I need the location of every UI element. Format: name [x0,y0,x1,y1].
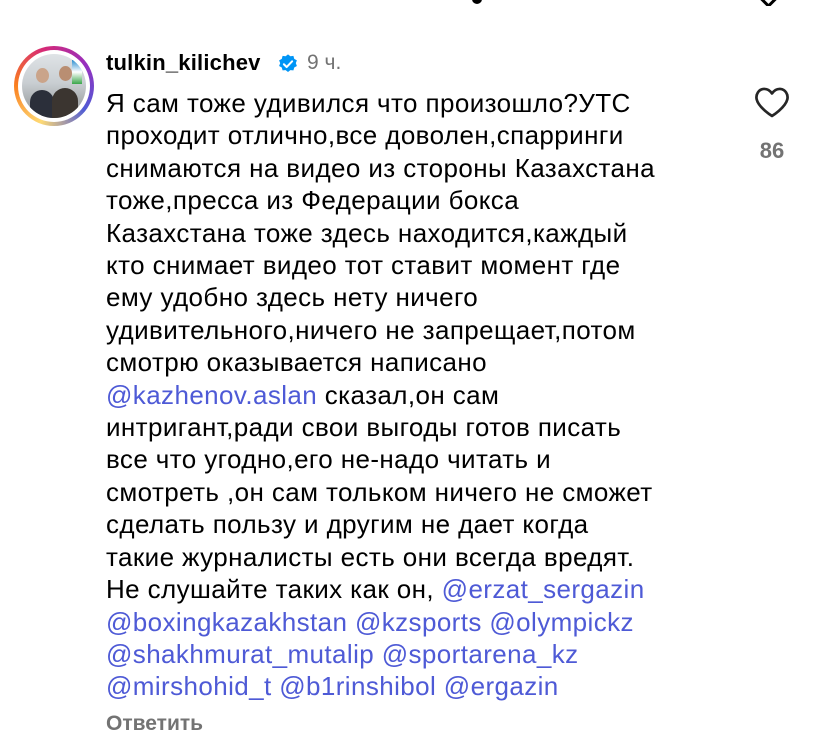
avatar[interactable] [14,46,94,126]
mention-link[interactable]: @mirshohid_t [106,671,272,701]
mention-link[interactable]: @b1rinshibol [279,671,436,701]
mention-link[interactable]: @kzsports [355,607,482,637]
comment-line: ему удобно здесь нету ничего [106,281,746,313]
comment-text-segment [374,639,382,669]
comment-text-segment: тоже,пресса из Федерации бокса [106,185,520,216]
comment-line: @shakhmurat_mutalip @sportarena_kz [106,638,746,670]
comment-line: интригант,ради свои выгоды готов писать [106,411,746,443]
chevron-down-icon[interactable] [757,0,780,6]
comment-line: Я сам тоже удивился что произошло?УТС [106,87,746,119]
comment-text-segment: кто снимает видео тот ставит момент где [106,250,621,281]
mention-link[interactable]: @ergazin [444,671,559,701]
comment-text-segment: такие журналисты есть они всегда вредят. [106,541,635,572]
avatar-border [18,50,90,122]
comment-text-segment: смотрю оказывается написано [106,347,488,378]
comment-line: кто снимает видео тот ставит момент где [106,249,746,281]
comment-text: Я сам тоже удивился что произошло?УТС про… [106,87,746,703]
reply-button[interactable]: Ответить [106,710,203,738]
mention-link[interactable]: @sportarena_kz [382,639,579,669]
comment-line: Не слушайте таких как он, @erzat_sergazi… [106,573,746,605]
dot-icon [472,0,482,4]
comment-text-segment: снимаются на видео из стороны Казахстана [106,152,655,183]
previous-item-edge [0,0,828,6]
flag-graphic [72,60,82,84]
comment-text-segment: Не слушайте таких как он, [106,574,442,605]
comment-line: смотреть ,он сам тольком ничего не сможе… [106,476,746,508]
comment-line: такие журналисты есть они всегда вредят. [106,541,746,573]
mention-link[interactable]: @shakhmurat_mutalip [106,639,374,669]
comment-text-segment: сказал,он сам [317,379,500,410]
comment-text-segment: все что угодно,его не-надо читать и [106,444,552,475]
like-count: 86 [759,138,785,163]
comment-text-segment [347,607,355,637]
mention-link[interactable]: @olympickz [489,607,634,637]
mention-link[interactable]: @kazhenov.aslan [106,380,317,410]
comment-line: все что угодно,его не-надо читать и [106,443,746,475]
person-head [36,68,49,83]
comment-line: удивительного,ничего не запрещает,потом [106,314,746,346]
comment-text-segment: сделать пользу и другим не дает когда [106,509,589,540]
comment-line: сделать пользу и другим не дает когда [106,508,746,540]
heart-outline-icon[interactable] [754,85,790,119]
person-figure [52,88,78,118]
comment-text-segment [436,671,444,701]
comment-line: проходит отлично,все доволен,спарринги [106,119,746,151]
comment-line: @mirshohid_t @b1rinshibol @ergazin [106,670,746,702]
comment-line: Казахстана тоже здесь находится,каждый [106,217,746,249]
verified-badge-icon [279,54,297,72]
person-head [59,66,72,81]
mention-link[interactable]: @erzat_sergazin [442,574,645,604]
mention-link[interactable]: @boxingkazakhstan [106,607,347,637]
comment-text-segment: удивительного,ничего не запрещает,потом [106,314,636,345]
comment-text-segment: Казахстана тоже здесь находится,каждый [106,217,628,248]
comment-line: @kazhenov.aslan сказал,он сам [106,379,746,411]
comment-text-segment: интригант,ради свои выгоды готов писать [106,412,622,443]
comment-line: @boxingkazakhstan @kzsports @olympickz [106,606,746,638]
comment-text-segment: ему удобно здесь нету ничего [106,282,479,313]
comment-text-segment: Я сам тоже удивился что произошло?УТС [106,88,631,118]
comment-timestamp: 9 ч. [307,51,342,74]
comment-line: смотрю оказывается написано [106,346,746,378]
comment-username[interactable]: tulkin_kilichev [106,49,261,77]
avatar-photo [22,54,86,118]
comment-text-segment: смотреть ,он сам тольком ничего не сможе… [106,476,653,507]
comment-line: снимаются на видео из стороны Казахстана [106,152,746,184]
comment-text-segment: проходит отлично,все доволен,спарринги [106,120,624,151]
person-figure [30,90,54,118]
comment-line: тоже,пресса из Федерации бокса [106,184,746,216]
